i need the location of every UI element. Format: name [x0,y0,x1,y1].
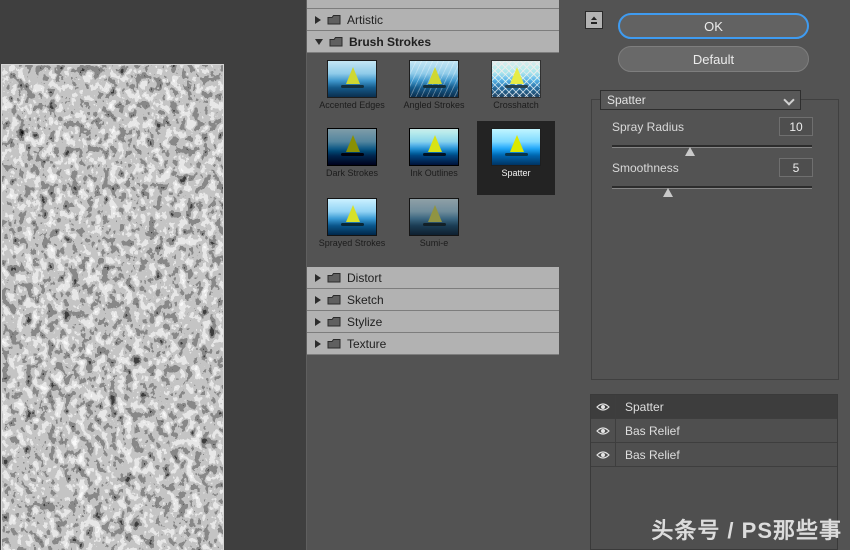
preview-panel [0,0,306,550]
filter-category-panel: Artistic Brush Strokes Accented Edges An… [306,0,559,550]
collapsed-arrow-icon [315,339,321,348]
category-label: Distort [347,270,382,285]
thumbnail-label: Sumi-e [419,238,449,248]
category-texture[interactable]: Texture [307,333,559,355]
category-artistic[interactable]: Artistic [307,9,559,31]
eye-icon [596,450,610,459]
smoothness-slider-track[interactable] [612,186,812,189]
thumbnail-image [409,198,459,236]
folder-icon [327,339,341,349]
collapse-panel-button[interactable] [585,11,603,29]
effect-layer-row-bas-relief-2[interactable]: Bas Relief [591,443,837,467]
filter-select-dropdown[interactable]: Spatter [600,90,801,110]
thumbnail-image [327,128,377,166]
category-label: Artistic [347,12,383,27]
thumbnail-image [327,198,377,236]
filter-thumb-sprayed-strokes[interactable]: Sprayed Strokes [313,194,391,248]
filter-thumb-ink-outlines[interactable]: Ink Outlines [395,124,473,178]
filter-thumb-sumi-e[interactable]: Sumi-e [395,194,473,248]
effect-layer-row-spatter[interactable]: Spatter [591,395,837,419]
effect-layer-name: Spatter [625,399,664,414]
category-label: Sketch [347,292,384,307]
spray-radius-label: Spray Radius [612,120,685,134]
category-distort[interactable]: Distort [307,267,559,289]
category-label: Texture [347,336,387,351]
thumbnail-image [327,60,377,98]
thumbnail-image [491,60,541,98]
ok-button-label: OK [704,18,723,34]
expanded-arrow-icon [315,38,323,45]
collapsed-arrow-icon [315,273,321,282]
category-brush-strokes[interactable]: Brush Strokes [307,31,559,53]
thumbnail-label: Dark Strokes [325,168,378,178]
folder-icon [327,273,341,283]
list-scroll-remnant [307,0,559,9]
filter-preview-image[interactable] [1,64,224,550]
folder-icon [327,317,341,327]
visibility-toggle[interactable] [591,395,616,418]
visibility-toggle[interactable] [591,443,616,466]
effect-layer-row-bas-relief-1[interactable]: Bas Relief [591,419,837,443]
filter-thumb-spatter-selected[interactable]: Spatter [477,121,555,195]
collapsed-arrow-icon [315,317,321,326]
chevron-down-icon [783,94,795,106]
visibility-toggle[interactable] [591,419,616,442]
smoothness-slider-thumb[interactable] [663,188,673,197]
thumbnail-image [491,128,541,166]
category-label: Brush Strokes [349,34,432,49]
ok-button[interactable]: OK [618,13,809,39]
filter-parameters-panel [591,99,839,380]
spray-radius-slider-thumb[interactable] [685,147,695,156]
category-label: Stylize [347,314,383,329]
category-stylize[interactable]: Stylize [307,311,559,333]
smoothness-value-field[interactable]: 5 [779,158,813,177]
effect-layer-name: Bas Relief [625,447,680,462]
folder-open-icon [329,37,343,47]
spray-radius-slider-track[interactable] [612,145,812,148]
spatter-noise-art [2,65,223,550]
filter-thumb-dark-strokes[interactable]: Dark Strokes [313,124,391,178]
filter-select-value: Spatter [607,93,646,107]
effect-layer-name: Bas Relief [625,423,680,438]
filter-gallery-dialog: Artistic Brush Strokes Accented Edges An… [0,0,850,550]
default-button[interactable]: Default [618,46,809,72]
collapsed-arrow-icon [315,295,321,304]
thumbnail-label: Angled Strokes [403,100,465,110]
thumbnail-label: Accented Edges [319,100,385,110]
folder-icon [327,295,341,305]
folder-icon [327,15,341,25]
smoothness-label: Smoothness [612,161,679,175]
collapsed-arrow-icon [315,15,321,24]
thumbnail-label: Crosshatch [493,100,539,110]
thumbnail-image [409,60,459,98]
default-button-label: Default [692,51,735,67]
collapse-arrows-icon [591,16,597,24]
filter-thumb-angled-strokes[interactable]: Angled Strokes [395,56,473,110]
filter-thumb-crosshatch[interactable]: Crosshatch [477,56,555,110]
watermark-text: 头条号 / PS那些事 [651,518,842,543]
category-sketch[interactable]: Sketch [307,289,559,311]
eye-icon [596,402,610,411]
filter-thumb-accented-edges[interactable]: Accented Edges [313,56,391,110]
thumbnail-label: Sprayed Strokes [318,238,386,248]
thumbnail-label: Spatter [501,168,531,178]
thumbnail-label: Ink Outlines [410,168,458,178]
thumbnail-image [409,128,459,166]
eye-icon [596,426,610,435]
spray-radius-value-field[interactable]: 10 [779,117,813,136]
